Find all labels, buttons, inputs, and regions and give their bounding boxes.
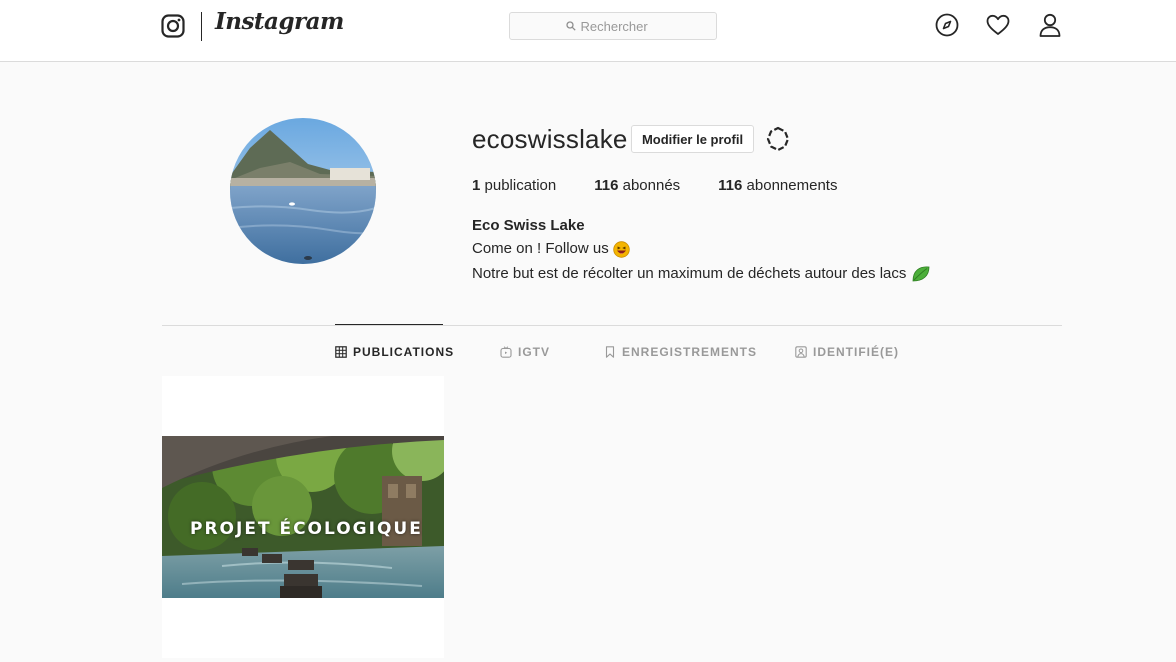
following-count[interactable]: 116 abonnements [718, 177, 837, 194]
followers-count[interactable]: 116 abonnés [594, 177, 680, 194]
explore-icon[interactable] [934, 12, 960, 38]
profile-avatar[interactable] [230, 118, 376, 264]
tabs-divider [162, 325, 1062, 326]
bio-line-2: Notre but est de récolter un maximum de … [472, 265, 931, 283]
edit-profile-button[interactable]: Modifier le profil [631, 125, 754, 153]
search-icon [565, 21, 576, 31]
top-navigation-bar: Instagram [0, 0, 1176, 62]
profile-username: ecoswisslake [472, 124, 628, 154]
bookmark-icon [605, 346, 615, 358]
tag-icon [795, 346, 807, 358]
tv-icon [500, 346, 512, 358]
instagram-wordmark[interactable]: Instagram [215, 8, 344, 35]
post-thumbnail[interactable]: PROJET ÉCOLOGIQUE [162, 376, 444, 658]
tab-igtv[interactable]: IGTV [500, 345, 550, 359]
heart-icon[interactable] [985, 12, 1011, 38]
tab-tagged[interactable]: IDENTIFIÉ(E) [795, 345, 899, 359]
laughing-emoji-icon [613, 240, 630, 258]
post-caption-overlay: PROJET ÉCOLOGIQUE [190, 519, 423, 539]
bio-line-1: Come on ! Follow us [472, 240, 630, 258]
search-box[interactable] [509, 12, 717, 40]
bio-full-name: Eco Swiss Lake [472, 217, 585, 234]
profile-icon[interactable] [1037, 12, 1063, 38]
search-input[interactable] [580, 18, 661, 34]
profile-stats: 1 publication 116 abonnés 116 abonnement… [472, 177, 875, 194]
active-tab-indicator [335, 324, 443, 325]
tab-publications[interactable]: PUBLICATIONS [335, 345, 454, 359]
post-photo-stream [162, 436, 444, 598]
tab-saved[interactable]: ENREGISTREMENTS [604, 345, 757, 359]
posts-count[interactable]: 1 publication [472, 177, 556, 194]
avatar-lake-photo [230, 118, 376, 264]
instagram-camera-icon[interactable] [161, 14, 185, 38]
settings-icon[interactable] [765, 126, 791, 152]
logo-divider [201, 12, 202, 41]
leaf-emoji-icon [912, 266, 929, 282]
grid-icon [335, 346, 347, 358]
